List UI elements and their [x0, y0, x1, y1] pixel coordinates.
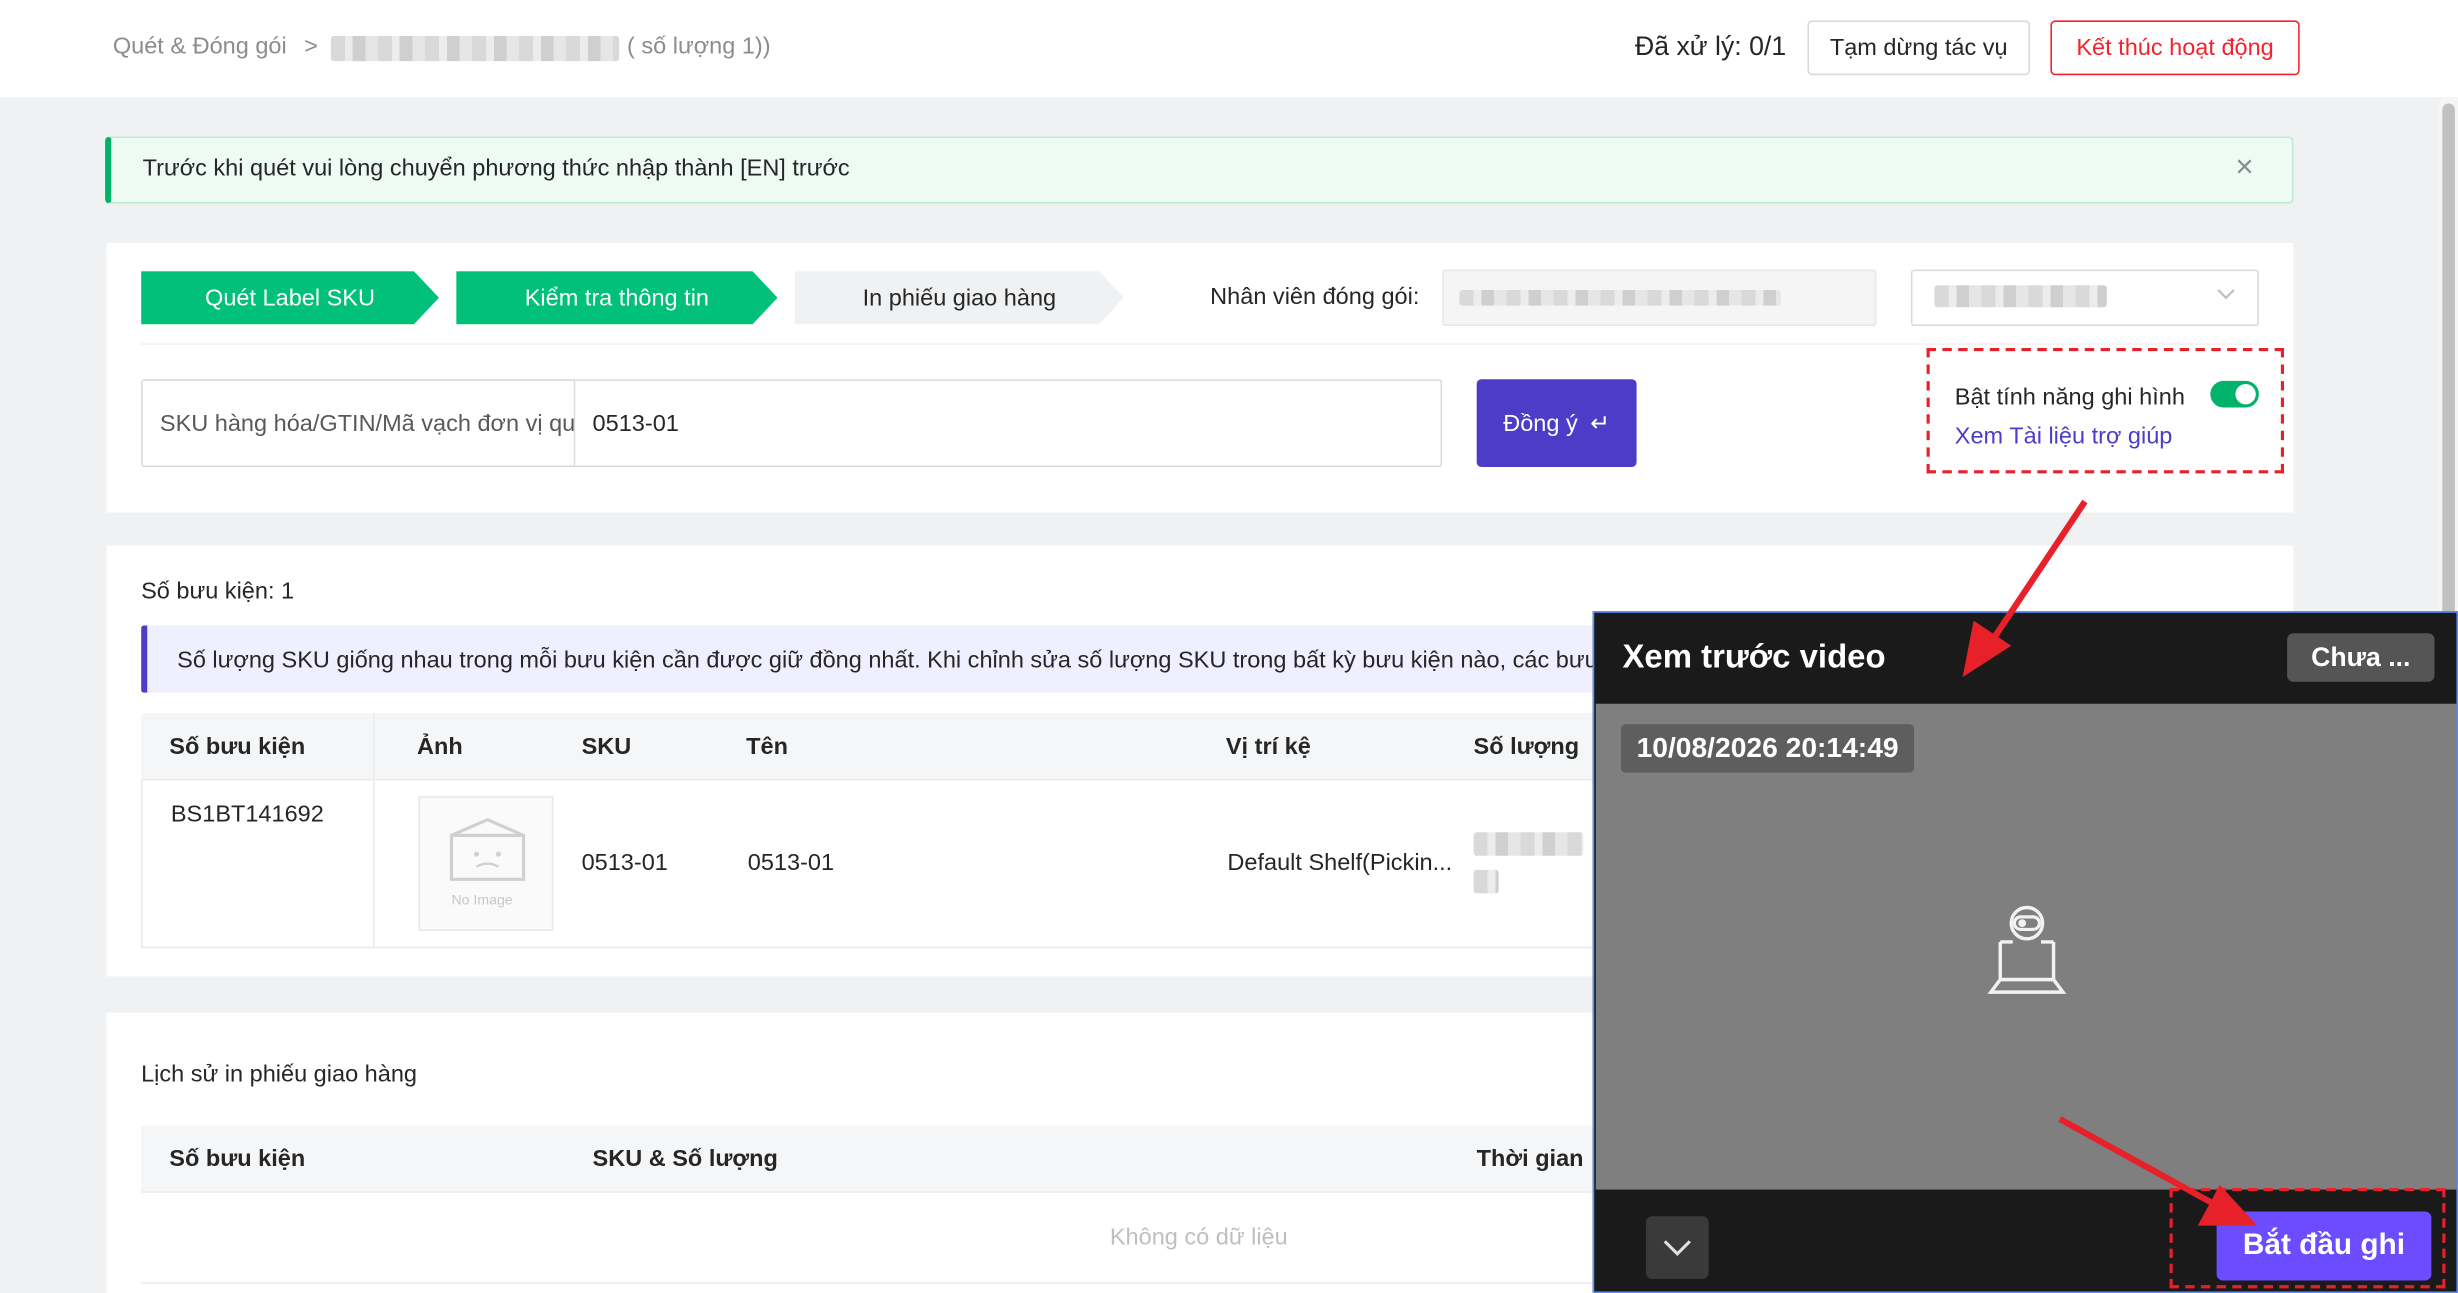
history-title: Lịch sử in phiếu giao hàng [141, 1061, 418, 1088]
column-header-sku: SKU [581, 733, 632, 761]
divider [141, 343, 2259, 345]
end-operation-button[interactable]: Kết thúc hoạt động [2050, 20, 2300, 76]
video-preview-title: Xem trước video [1622, 639, 1886, 676]
app-stage: Quét & Đóng gói > ( số lượng 1)) Đã xử l… [0, 0, 2458, 1293]
step-print-delivery-note: In phiếu giao hàng [795, 271, 1124, 324]
scan-type-label: SKU hàng hóa/GTIN/Mã vạch đơn vị qu [159, 410, 576, 438]
packer-name-redacted [1459, 289, 1781, 306]
column-header-quantity: Số lượng [1473, 733, 1580, 761]
name-value: 0513-01 [747, 849, 835, 877]
column-header-parcel: Số bưu kiện [169, 1145, 306, 1173]
column-header-shelf: Vị trí kệ [1225, 733, 1311, 761]
column-header-parcel: Số bưu kiện [169, 733, 306, 761]
recording-toggle[interactable] [2210, 380, 2259, 408]
sku-value: 0513-01 [581, 849, 668, 877]
divider [141, 1282, 1599, 1284]
breadcrumb-separator: > [304, 32, 318, 60]
parcel-table-header: Số bưu kiện Ảnh SKU Tên Vị trí kệ Số lượ… [141, 713, 1599, 781]
column-header-image: Ảnh [416, 733, 463, 761]
column-divider [373, 713, 375, 949]
breadcrumb-task-name-redacted [330, 36, 620, 62]
collapse-preview-button[interactable] [1645, 1216, 1709, 1279]
packer-label: Nhân viên đóng gói: [1210, 283, 1420, 311]
confirm-button-label: Đồng ý [1503, 409, 1578, 437]
box-icon [449, 817, 526, 881]
scan-input[interactable] [575, 379, 1443, 468]
help-docs-link[interactable]: Xem Tài liệu trợ giúp [1955, 423, 2173, 450]
alert-text: Trước khi quét vui lòng chuyển phương th… [142, 155, 850, 182]
column-header-time: Thời gian [1476, 1145, 1584, 1173]
parcel-count: Số bưu kiện: 1 [141, 578, 295, 605]
quantity-redacted [1473, 869, 1499, 894]
recording-status-badge: Chưa ... [2287, 633, 2435, 682]
empty-state-text: Không có dữ liệu [1109, 1224, 1288, 1251]
scan-type-selector[interactable]: SKU hàng hóa/GTIN/Mã vạch đơn vị qu [141, 379, 576, 468]
recording-toggle-label: Bật tính năng ghi hình [1954, 383, 2185, 411]
chevron-down-icon [1663, 1240, 1691, 1257]
breadcrumb-quantity: ( số lượng 1)) [627, 32, 771, 60]
preview-timestamp: 10/08/2026 20:14:49 [1620, 724, 1915, 773]
column-header-name: Tên [746, 733, 788, 761]
close-icon[interactable]: × [2235, 150, 2253, 186]
history-table-header: Số bưu kiện SKU & Số lượng Thời gian [141, 1125, 1599, 1193]
select-value-redacted [1934, 285, 2107, 308]
packer-select[interactable] [1910, 269, 2259, 326]
webcam-icon [1987, 905, 2067, 994]
pause-task-button[interactable]: Tạm dừng tác vụ [1807, 20, 2031, 76]
sku-quantity-notice: Số lượng SKU giống nhau trong mỗi bưu ki… [141, 625, 1599, 693]
no-image-placeholder: No Image [418, 796, 554, 931]
quantity-redacted [1473, 832, 1584, 856]
column-header-sku-quantity: SKU & Số lượng [592, 1145, 778, 1173]
step-scan-label-sku: Quét Label SKU [141, 271, 439, 324]
enter-icon: ↵ [1590, 410, 1610, 438]
processed-counter: Đã xử lý: 0/1 [1635, 31, 1787, 62]
input-method-alert: Trước khi quét vui lòng chuyển phương th… [105, 136, 2294, 204]
shelf-value: Default Shelf(Pickin... [1227, 849, 1453, 877]
confirm-button[interactable]: Đồng ý ↵ [1476, 379, 1637, 468]
breadcrumb-root[interactable]: Quét & Đóng gói [113, 33, 287, 60]
packer-field [1442, 269, 1877, 326]
camera-preview: 10/08/2026 20:14:49 [1595, 703, 2457, 1190]
notice-text: Số lượng SKU giống nhau trong mỗi bưu ki… [177, 647, 1598, 674]
table-row: BS1BT141692 0513-01 0513-01 Default Shel… [141, 780, 1599, 949]
chevron-down-icon [2217, 284, 2236, 311]
parcel-number: BS1BT141692 [170, 800, 324, 828]
start-recording-button[interactable]: Bắt đầu ghi [2216, 1211, 2432, 1281]
no-image-text: No Image [451, 891, 513, 908]
step-check-info: Kiểm tra thông tin [456, 271, 777, 324]
toggle-knob [2235, 383, 2256, 405]
